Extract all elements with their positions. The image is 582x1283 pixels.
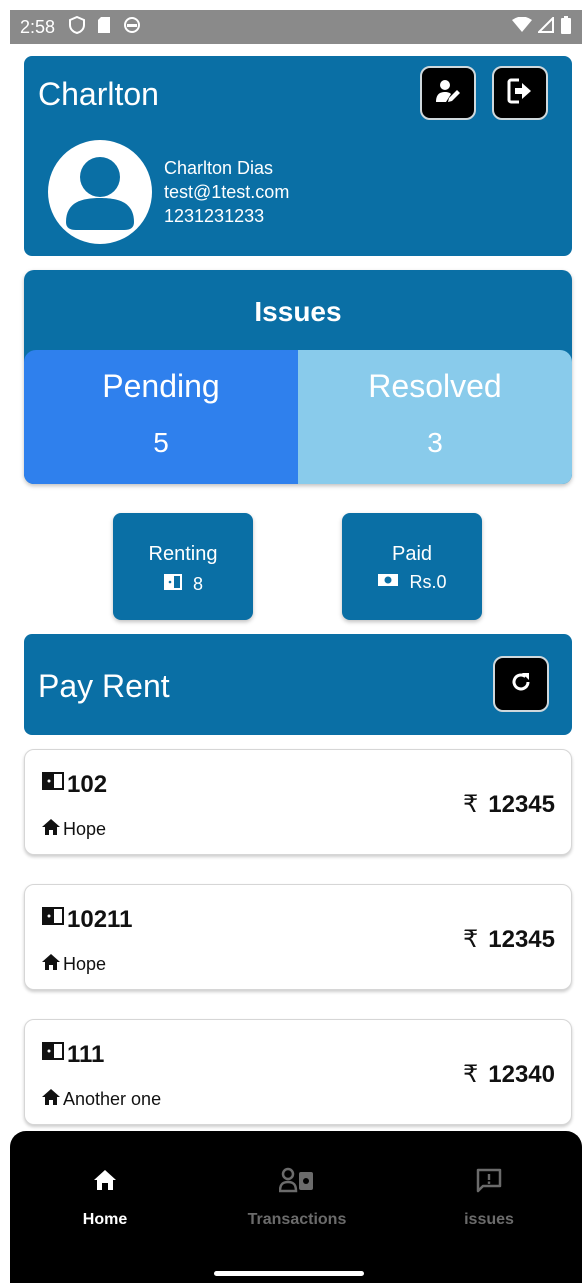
nav-issues[interactable]: issues (394, 1167, 582, 1229)
home-icon (92, 1168, 118, 1197)
logout-icon (507, 77, 533, 110)
paid-value: Rs.0 (409, 572, 447, 592)
status-time: 2:58 (20, 16, 56, 37)
paid-tile[interactable]: Paid Rs.0 (342, 513, 482, 620)
rent-item-card[interactable]: 102 Hope ₹12345 (24, 749, 572, 855)
avatar (48, 140, 152, 244)
rent-amount: 12340 (488, 1061, 555, 1088)
rupee-symbol: ₹ (462, 1061, 479, 1088)
renting-tile[interactable]: Renting 8 (113, 513, 253, 620)
nav-transactions-label: Transactions (247, 1211, 347, 1228)
sync-icon (123, 16, 141, 39)
resolved-label: Resolved (368, 368, 502, 404)
nav-home[interactable]: Home (10, 1167, 200, 1229)
rent-property-name: Hope (63, 819, 107, 839)
profile-email: test@1test.com (164, 182, 290, 202)
rent-room-number: 111 (67, 1040, 105, 1068)
rupee-symbol: ₹ (462, 926, 479, 953)
door-icon (41, 905, 65, 934)
profile-card: Charlton Charlton Dias test@1test.com 12… (24, 56, 572, 256)
rent-amount: 12345 (488, 791, 555, 818)
battery-icon (560, 15, 572, 39)
pending-count: 5 (153, 427, 169, 458)
status-bar: 2:58 (10, 10, 582, 44)
pay-rent-header: Pay Rent (24, 634, 572, 735)
profile-full-name: Charlton Dias (164, 158, 274, 178)
home-icon (41, 1088, 61, 1111)
door-icon (41, 1040, 65, 1069)
nav-transactions[interactable]: Transactions (202, 1167, 392, 1229)
logout-button[interactable] (492, 66, 548, 120)
nav-issues-label: issues (464, 1211, 514, 1228)
rent-room-number: 102 (67, 770, 108, 798)
profile-title: Charlton (38, 76, 159, 112)
rent-property-name: Hope (63, 954, 107, 974)
refresh-icon (509, 670, 533, 699)
rent-item-card[interactable]: 111 Another one ₹12340 (24, 1019, 572, 1125)
user-edit-icon (434, 78, 462, 109)
home-icon (41, 818, 61, 841)
sd-card-icon (97, 16, 111, 39)
renting-label: Renting (148, 543, 218, 565)
pay-rent-title: Pay Rent (38, 668, 170, 704)
refresh-button[interactable] (493, 656, 549, 712)
gesture-home-bar[interactable] (214, 1271, 364, 1276)
shield-icon (69, 15, 86, 39)
paid-label: Paid (391, 543, 433, 565)
resolved-issues-panel[interactable]: Resolved 3 (298, 350, 572, 484)
nav-home-label: Home (82, 1211, 128, 1228)
rent-item-card[interactable]: 10211 Hope ₹12345 (24, 884, 572, 990)
home-icon (41, 953, 61, 976)
rent-property-name: Another one (63, 1089, 162, 1109)
profile-phone: 1231231233 (164, 206, 265, 226)
pending-issues-panel[interactable]: Pending 5 (24, 350, 298, 484)
issues-card: Issues Pending 5 Resolved 3 (24, 270, 572, 484)
edit-profile-button[interactable] (420, 66, 476, 120)
report-message-icon (475, 1167, 503, 1198)
door-icon (163, 572, 183, 597)
rent-amount: 12345 (488, 926, 555, 953)
bottom-navigation: Home Transactions issues (10, 1131, 582, 1283)
money-bill-icon (377, 572, 399, 593)
pending-label: Pending (102, 368, 220, 404)
signal-icon (536, 15, 554, 38)
wifi-icon (512, 16, 532, 38)
resolved-count: 3 (427, 427, 443, 458)
issues-title: Issues (254, 296, 342, 327)
door-icon (41, 770, 65, 799)
renting-value: 8 (192, 574, 203, 594)
rent-room-number: 10211 (67, 905, 133, 933)
rupee-symbol: ₹ (462, 791, 479, 818)
transactions-icon (278, 1167, 315, 1198)
